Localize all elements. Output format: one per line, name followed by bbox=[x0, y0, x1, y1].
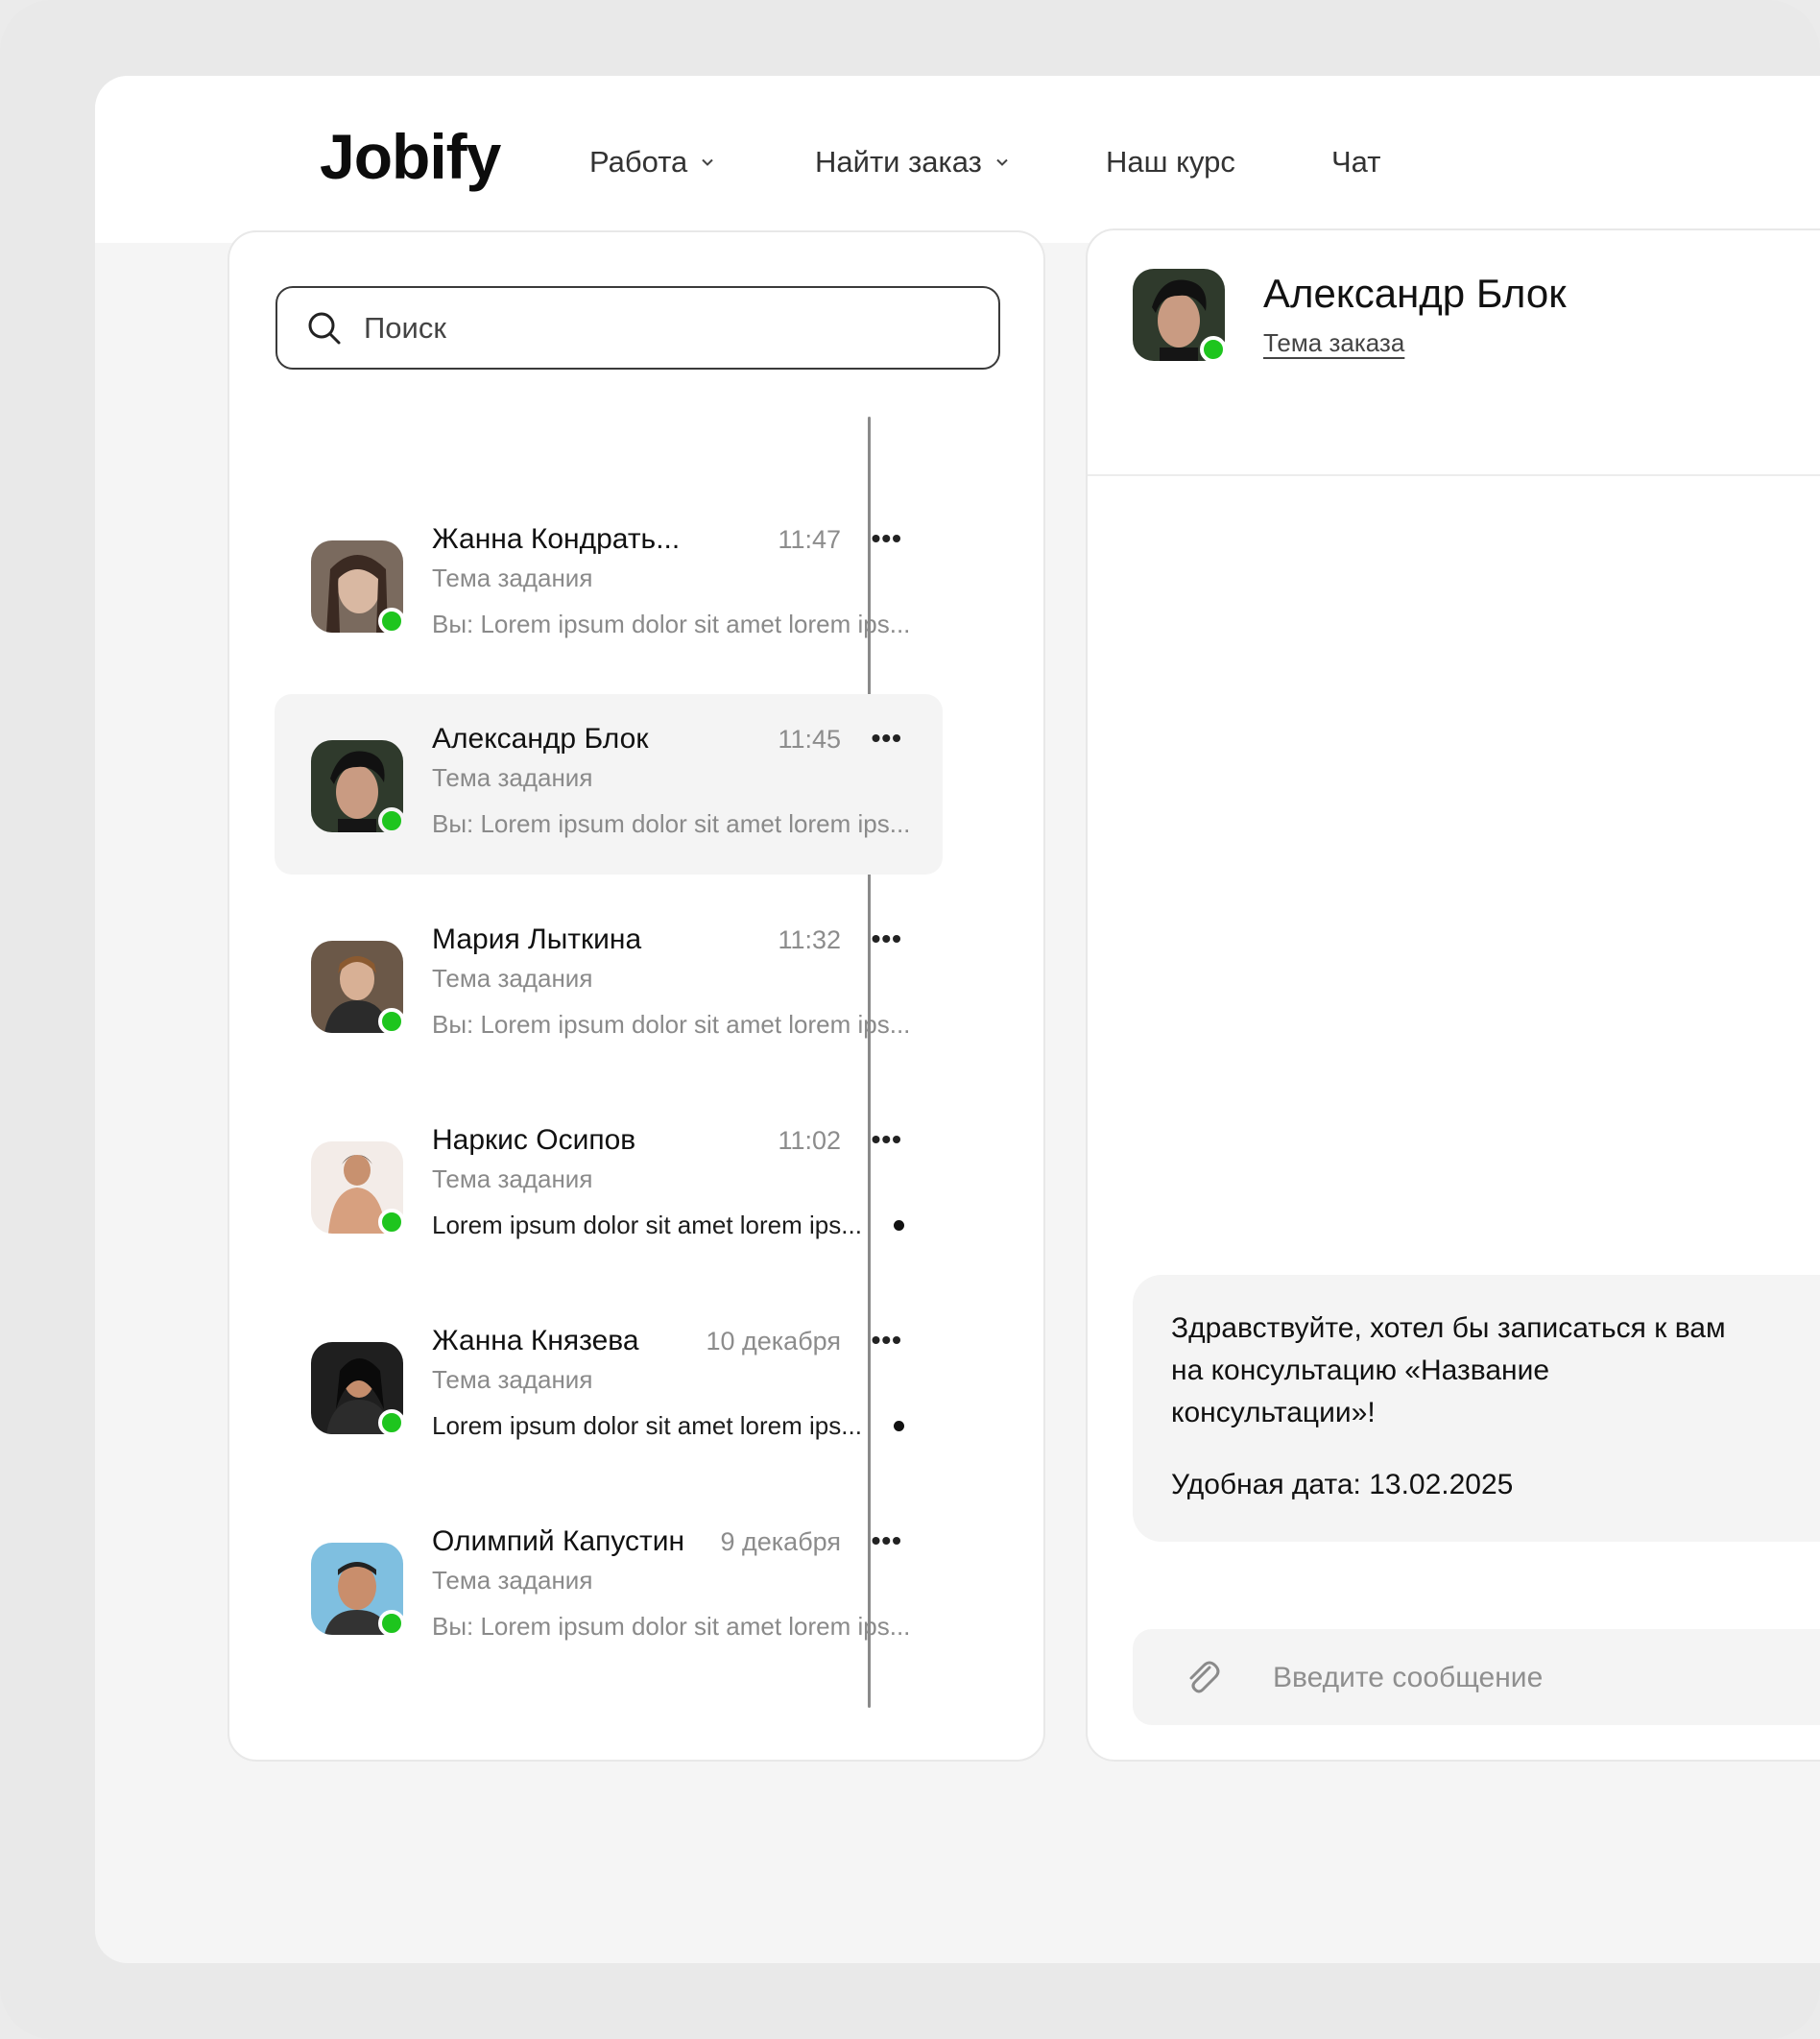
chat-time: 11:45 bbox=[778, 725, 841, 754]
online-indicator bbox=[378, 1008, 405, 1035]
chat-name: Жанна Князева bbox=[432, 1325, 639, 1356]
online-indicator bbox=[378, 1409, 405, 1436]
chat-preview: Lorem ipsum dolor sit amet lorem ips... bbox=[432, 1411, 862, 1440]
top-navigation: Jobify Работа Найти заказ Наш курс Чат bbox=[95, 76, 1820, 243]
more-icon[interactable]: ••• bbox=[872, 924, 902, 954]
unread-indicator bbox=[894, 1220, 904, 1231]
nav-label: Чат bbox=[1331, 145, 1381, 179]
contact-name: Александр Блок bbox=[1263, 271, 1567, 316]
chat-topic: Тема задания bbox=[432, 964, 593, 993]
online-indicator bbox=[378, 807, 405, 834]
chat-preview: Вы: Lorem ipsum dolor sit amet lorem ips… bbox=[432, 1612, 911, 1641]
logo[interactable]: Jobify bbox=[320, 120, 501, 193]
chat-preview: Вы: Lorem ipsum dolor sit amet lorem ips… bbox=[432, 809, 911, 838]
chat-preview: Вы: Lorem ipsum dolor sit amet lorem ips… bbox=[432, 1010, 911, 1039]
online-indicator bbox=[378, 1610, 405, 1637]
nav-our-course[interactable]: Наш курс bbox=[1106, 145, 1235, 180]
chat-time: 11:47 bbox=[778, 525, 841, 554]
message-input[interactable] bbox=[1271, 1652, 1812, 1704]
chat-preview: Lorem ipsum dolor sit amet lorem ips... bbox=[432, 1211, 862, 1239]
contact-topic-link[interactable]: Тема заказа bbox=[1263, 328, 1404, 358]
nav-label: Работа bbox=[589, 145, 688, 179]
chat-name: Наркис Осипов bbox=[432, 1124, 636, 1156]
more-icon[interactable]: ••• bbox=[872, 1325, 902, 1355]
chat-time: 11:32 bbox=[778, 925, 841, 954]
nav-label: Наш курс bbox=[1106, 145, 1235, 179]
chat-name: Александр Блок bbox=[432, 723, 649, 755]
message-date: Удобная дата: 13.02.2025 bbox=[1171, 1469, 1514, 1500]
chat-topic: Тема задания bbox=[432, 1566, 593, 1595]
nav-label: Найти заказ bbox=[815, 145, 982, 179]
chevron-down-icon bbox=[702, 158, 714, 166]
chat-item[interactable]: Жанна Князева 10 декабря ••• Тема задани… bbox=[275, 1296, 943, 1476]
nav-find-order[interactable]: Найти заказ bbox=[815, 145, 1009, 180]
nav-work[interactable]: Работа bbox=[589, 145, 714, 180]
chat-time: 10 декабря bbox=[706, 1327, 841, 1355]
divider bbox=[1088, 474, 1820, 476]
chat-preview: Вы: Lorem ipsum dolor sit amet lorem ips… bbox=[432, 610, 911, 638]
message-bubble: Здравствуйте, хотел бы записаться к вам … bbox=[1133, 1275, 1820, 1542]
more-icon[interactable]: ••• bbox=[872, 1525, 902, 1556]
message-composer bbox=[1133, 1629, 1820, 1725]
chat-name: Мария Лыткина bbox=[432, 924, 642, 955]
chat-item[interactable]: Жанна Кондрать... 11:47 ••• Тема задания… bbox=[275, 494, 943, 675]
chevron-down-icon bbox=[996, 158, 1008, 166]
more-icon[interactable]: ••• bbox=[872, 523, 902, 554]
online-indicator bbox=[378, 608, 405, 635]
chat-topic: Тема задания bbox=[432, 763, 593, 792]
search-box[interactable] bbox=[275, 286, 1000, 370]
online-indicator bbox=[1200, 336, 1227, 363]
chat-item[interactable]: Олимпий Капустин 9 декабря ••• Тема зада… bbox=[275, 1497, 943, 1677]
more-icon[interactable]: ••• bbox=[872, 723, 902, 754]
chat-item[interactable]: Мария Лыткина 11:32 ••• Тема задания Вы:… bbox=[275, 895, 943, 1075]
unread-indicator bbox=[894, 1421, 904, 1431]
search-input[interactable] bbox=[362, 309, 942, 347]
message-text: Здравствуйте, хотел бы записаться к вам … bbox=[1171, 1312, 1726, 1428]
nav-chat[interactable]: Чат bbox=[1331, 145, 1380, 180]
chat-time: 9 декабря bbox=[720, 1527, 841, 1556]
chat-name: Жанна Кондрать... bbox=[432, 523, 681, 555]
paperclip-icon[interactable] bbox=[1181, 1656, 1223, 1698]
search-icon bbox=[308, 312, 341, 344]
chat-name: Олимпий Капустин bbox=[432, 1525, 685, 1557]
chat-topic: Тема задания bbox=[432, 1365, 593, 1394]
chat-time: 11:02 bbox=[778, 1126, 841, 1155]
chat-topic: Тема задания bbox=[432, 564, 593, 592]
more-icon[interactable]: ••• bbox=[872, 1124, 902, 1155]
chat-item[interactable]: Александр Блок 11:45 ••• Тема задания Вы… bbox=[275, 694, 943, 875]
chat-topic: Тема задания bbox=[432, 1164, 593, 1193]
chat-item[interactable]: Наркис Осипов 11:02 ••• Тема задания Lor… bbox=[275, 1095, 943, 1276]
online-indicator bbox=[378, 1209, 405, 1235]
